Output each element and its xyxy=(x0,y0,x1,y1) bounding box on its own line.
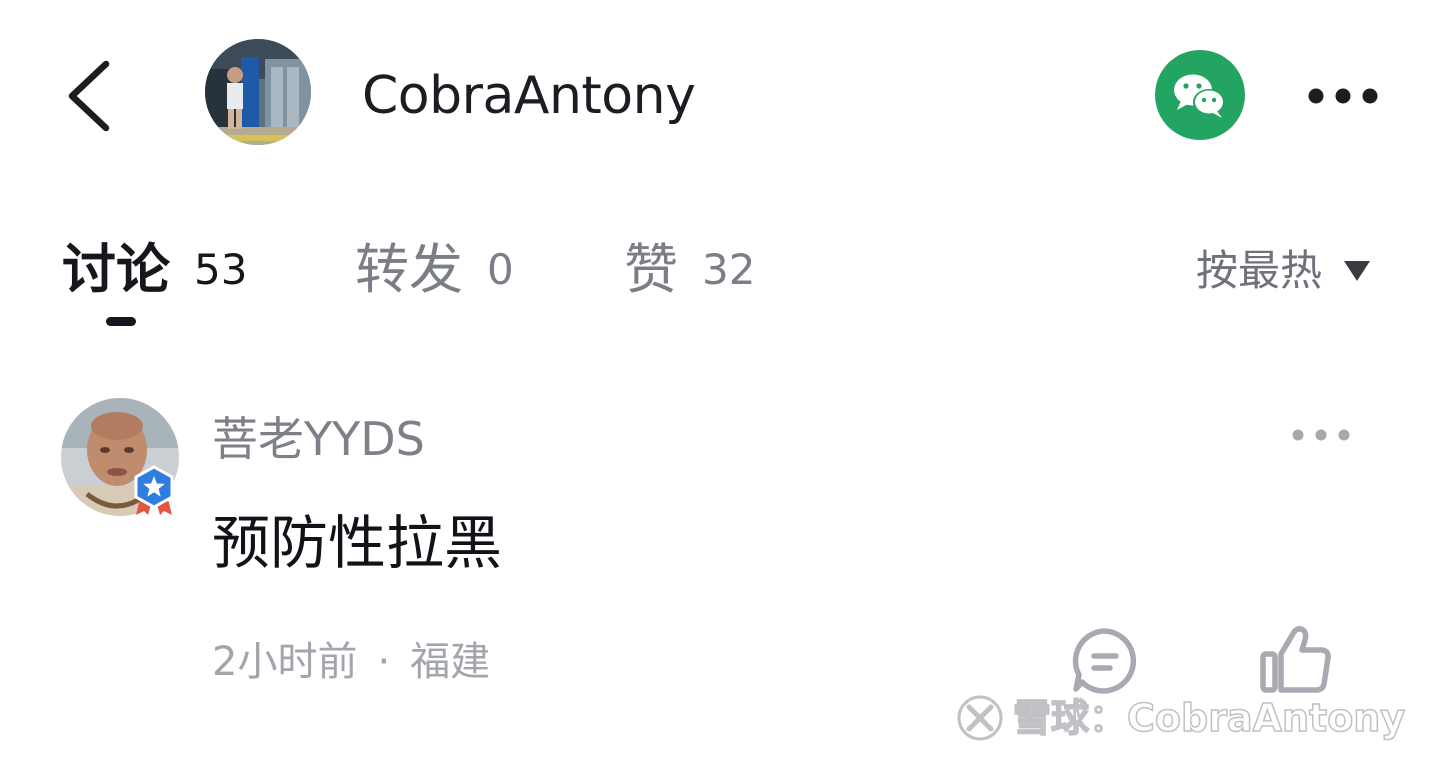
comment-icon xyxy=(1072,628,1137,694)
more-options-button[interactable] xyxy=(1302,78,1384,114)
caret-down-icon xyxy=(1344,261,1371,281)
active-tab-indicator xyxy=(106,317,136,326)
thumbs-up-icon xyxy=(1260,626,1331,693)
tab-count: 32 xyxy=(702,245,756,294)
comment-more-button[interactable] xyxy=(1288,420,1354,450)
avatar-image xyxy=(205,39,311,145)
tab-label: 赞 xyxy=(624,238,678,301)
tab-likes[interactable]: 赞 32 xyxy=(624,232,755,312)
like-button[interactable] xyxy=(1258,624,1334,696)
xueqiu-logo-icon xyxy=(957,695,1003,741)
verified-star-icon xyxy=(134,465,174,515)
profile-avatar[interactable] xyxy=(205,39,311,145)
verified-badge xyxy=(130,465,178,517)
meta-separator: · xyxy=(377,639,391,685)
profile-username[interactable]: CobraAntony xyxy=(362,60,696,132)
page: CobraAntony 讨论 53 转发 0 赞 32 按最热 菩老YYDS 预… xyxy=(0,0,1440,761)
tab-label: 讨论 xyxy=(62,238,170,301)
reply-button[interactable] xyxy=(1070,626,1140,696)
comment-time: 2小时前 xyxy=(212,639,358,685)
tab-count: 0 xyxy=(487,245,514,294)
sort-label: 按最热 xyxy=(1196,246,1323,295)
comment-location: 福建 xyxy=(410,639,491,685)
comment-meta: 2小时前 · 福建 xyxy=(212,630,490,694)
wechat-icon xyxy=(1174,74,1225,118)
tab-reposts[interactable]: 转发 0 xyxy=(355,232,514,312)
tab-discussion[interactable]: 讨论 53 xyxy=(62,232,247,312)
tab-count: 53 xyxy=(194,245,248,294)
watermark: 雪球：CobraAntony xyxy=(955,690,1406,746)
more-horizontal-icon xyxy=(1292,429,1350,441)
chevron-left-icon xyxy=(68,60,110,132)
more-horizontal-icon xyxy=(1308,88,1378,104)
wechat-share-button[interactable] xyxy=(1155,50,1245,140)
back-button[interactable] xyxy=(58,56,122,136)
sort-dropdown[interactable]: 按最热 xyxy=(1196,236,1371,306)
tab-label: 转发 xyxy=(355,238,463,301)
watermark-text: 雪球：CobraAntony xyxy=(1012,695,1406,741)
comment-body: 预防性拉黑 xyxy=(212,509,503,577)
comment-author-name[interactable]: 菩老YYDS xyxy=(212,404,425,474)
